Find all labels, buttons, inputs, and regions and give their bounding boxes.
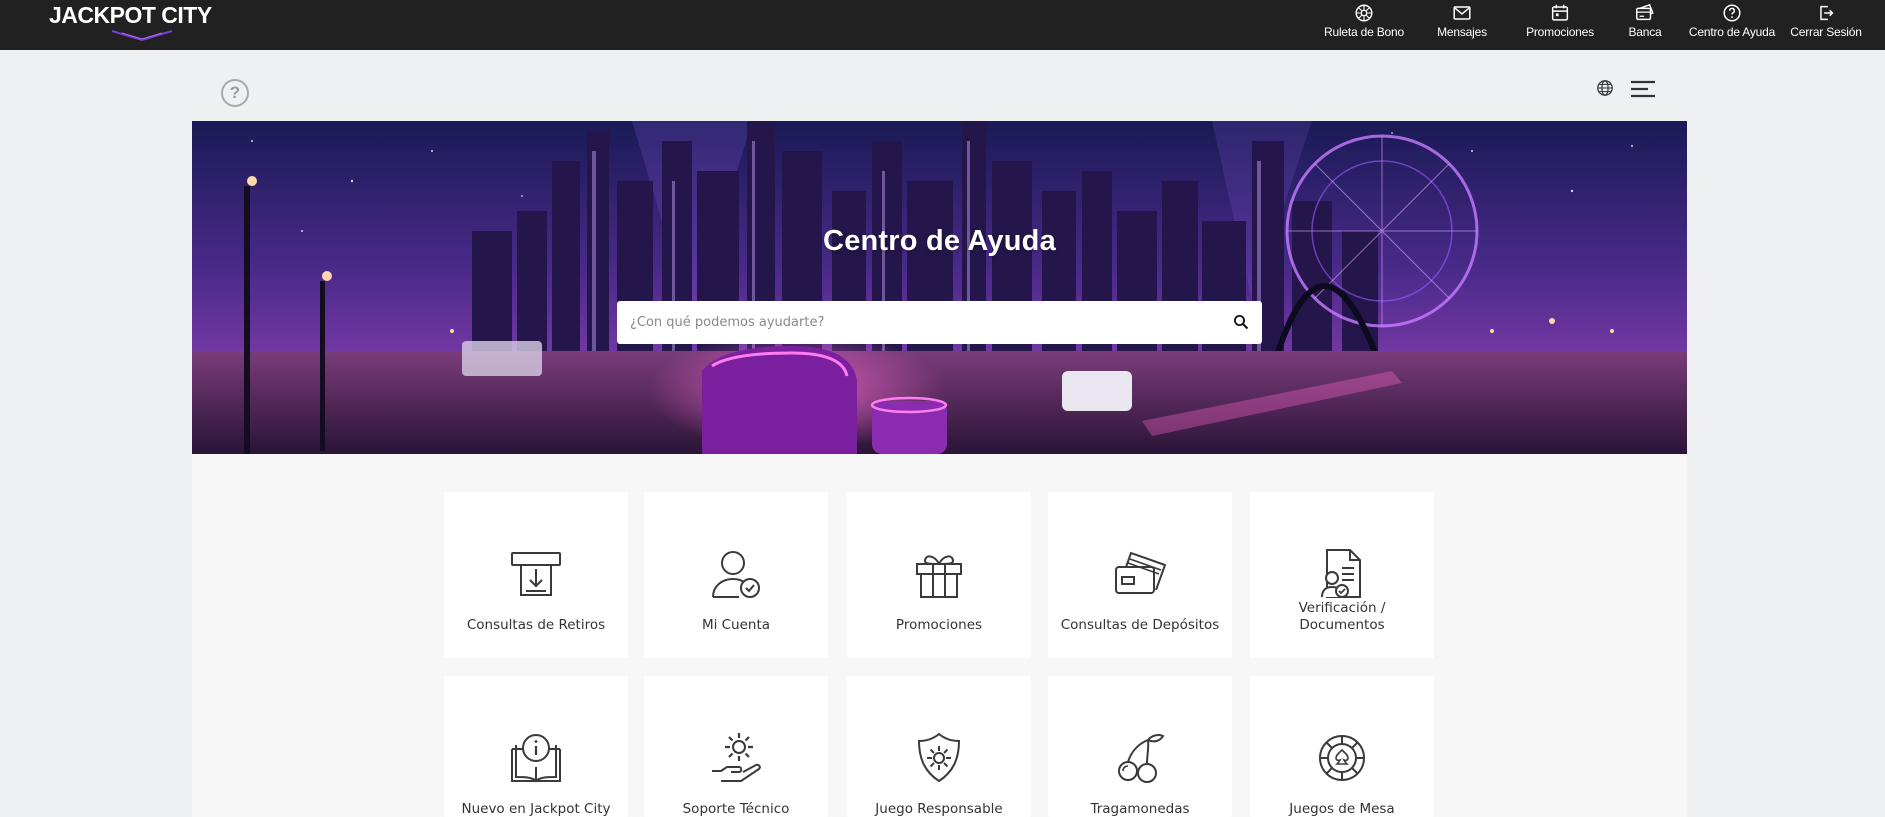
nav-banca[interactable]: Banca — [1609, 0, 1681, 50]
help-question-icon[interactable]: ? — [221, 79, 249, 107]
nav-label: Mensajes — [1437, 25, 1487, 39]
category-label: Soporte Técnico — [682, 801, 790, 817]
logo-gem-icon — [111, 30, 173, 42]
category-label: Juego Responsable — [875, 801, 1003, 817]
top-nav: Ruleta de Bono Mensajes Promociones Banc… — [1315, 0, 1869, 50]
gift-icon — [916, 555, 962, 598]
withdrawal-atm-icon — [511, 552, 561, 596]
category-card-juego-responsable[interactable]: Juego Responsable — [847, 676, 1031, 817]
hero-banner: Centro de Ayuda — [192, 121, 1687, 454]
document-verified-icon — [1321, 549, 1361, 598]
logout-icon — [1820, 5, 1834, 21]
cherries-icon — [1118, 734, 1165, 783]
nav-mensajes[interactable]: Mensajes — [1413, 0, 1511, 50]
category-label: Tragamonedas — [1090, 801, 1190, 817]
question-circle-icon — [1723, 4, 1741, 22]
logo-text: JACKPOT CITY — [49, 2, 212, 28]
roulette-wheel-icon — [1355, 4, 1373, 22]
globe-icon[interactable] — [1596, 79, 1614, 97]
nav-ruleta-de-bono[interactable]: Ruleta de Bono — [1315, 0, 1413, 50]
help-categories-panel: Consultas de Retiros Mi Cuenta Promocion… — [192, 454, 1687, 817]
nav-label: Ruleta de Bono — [1324, 25, 1404, 39]
category-card-tragamonedas[interactable]: Tragamonedas — [1048, 676, 1232, 817]
category-label: Consultas de Retiros — [466, 617, 606, 633]
category-label: Consultas de Depósitos — [1060, 617, 1220, 633]
user-check-icon — [712, 551, 760, 598]
search-icon[interactable] — [1233, 314, 1249, 330]
nav-label: Banca — [1628, 25, 1662, 39]
wallet-card-icon — [1636, 3, 1654, 21]
envelope-icon — [1453, 6, 1471, 20]
category-label: Mi Cuenta — [701, 617, 771, 633]
info-book-icon — [511, 734, 561, 783]
category-card-consultas-de-retiros[interactable]: Consultas de Retiros — [444, 492, 628, 658]
category-card-nuevo-en-jackpot-city[interactable]: Nuevo en Jackpot City — [444, 676, 628, 817]
search-input[interactable] — [617, 301, 1217, 344]
top-navigation-bar: JACKPOT CITY Ruleta de Bono Mensajes Pro… — [0, 0, 1885, 50]
category-card-soporte-tecnico[interactable]: Soporte Técnico — [644, 676, 828, 817]
category-card-verificacion-documentos[interactable]: Verificación / Documentos — [1250, 492, 1434, 658]
shield-gear-icon — [917, 732, 961, 783]
nav-label: Cerrar Sesión — [1790, 25, 1862, 39]
credit-cards-icon — [1115, 551, 1167, 594]
nav-cerrar-sesion[interactable]: Cerrar Sesión — [1783, 0, 1869, 50]
nav-centro-de-ayuda[interactable]: Centro de Ayuda — [1681, 0, 1783, 50]
category-label: Promociones — [895, 617, 983, 633]
category-label: Juegos de Mesa — [1289, 801, 1395, 817]
hero-title: Centro de Ayuda — [823, 225, 1056, 257]
hamburger-menu-icon[interactable] — [1630, 80, 1656, 98]
nav-promociones[interactable]: Promociones — [1511, 0, 1609, 50]
gear-hand-icon — [712, 733, 761, 782]
category-label: Nuevo en Jackpot City — [461, 801, 611, 817]
category-label: Verificación / Documentos — [1298, 600, 1386, 633]
category-card-mi-cuenta[interactable]: Mi Cuenta — [644, 492, 828, 658]
calendar-icon — [1551, 4, 1569, 21]
casino-chip-icon — [1319, 735, 1365, 781]
nav-label: Promociones — [1526, 25, 1594, 39]
category-card-juegos-de-mesa[interactable]: Juegos de Mesa — [1250, 676, 1434, 817]
category-card-promociones[interactable]: Promociones — [847, 492, 1031, 658]
jackpot-city-logo[interactable]: JACKPOT CITY — [48, 0, 218, 42]
category-card-consultas-de-depositos[interactable]: Consultas de Depósitos — [1048, 492, 1232, 658]
search-box — [617, 301, 1262, 344]
nav-label: Centro de Ayuda — [1688, 25, 1776, 39]
city-skyline-background — [192, 121, 1687, 454]
